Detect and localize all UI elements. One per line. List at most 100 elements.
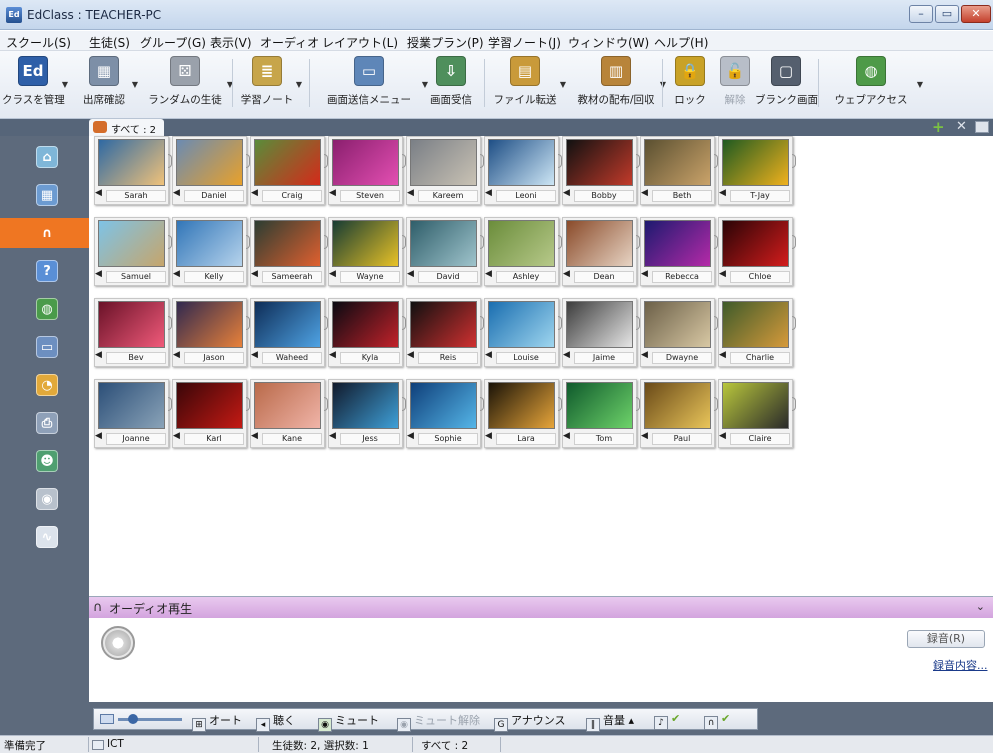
- close-tab-icon[interactable]: ✕: [956, 119, 967, 134]
- student-thumbnail[interactable]: ◀ Reis: [406, 298, 484, 371]
- speaker-small-icon[interactable]: ◀: [173, 188, 180, 198]
- toolbar-button-7[interactable]: ▥教材の配布/回収▼: [570, 54, 666, 114]
- speaker-small-icon[interactable]: ◀: [95, 350, 102, 360]
- toolbar-button-9[interactable]: 🔓 解除: [720, 54, 750, 114]
- student-thumbnail[interactable]: ◀ Louise: [484, 298, 562, 371]
- sidebar-item-pie-chart[interactable]: ◔: [0, 370, 89, 400]
- speaker-small-icon[interactable]: ◀: [407, 188, 414, 198]
- student-thumbnail[interactable]: ◀ Chloe: [718, 217, 796, 290]
- student-thumbnail[interactable]: ◀ Tom: [562, 379, 640, 452]
- student-thumbnail[interactable]: ◀ Sophie: [406, 379, 484, 452]
- speaker-small-icon[interactable]: ◀: [563, 350, 570, 360]
- speaker-small-icon[interactable]: ◀: [407, 269, 414, 279]
- speaker-small-icon[interactable]: ◀: [407, 431, 414, 441]
- speaker-small-icon[interactable]: ◀: [329, 350, 336, 360]
- record-button[interactable]: 録音(R): [907, 630, 985, 648]
- speaker-small-icon[interactable]: ◀: [563, 188, 570, 198]
- student-thumbnail[interactable]: ◀ Beth: [640, 136, 718, 209]
- student-thumbnail[interactable]: ◀ Jess: [328, 379, 406, 452]
- toolbar-button-2[interactable]: ⚄ ランダムの生徒 ▼: [141, 54, 233, 114]
- menu-student[interactable]: 生徒(S): [89, 34, 130, 51]
- sidebar-item-home[interactable]: ⌂: [0, 142, 89, 172]
- student-thumbnail[interactable]: ◀ Kyla: [328, 298, 406, 371]
- student-thumbnail[interactable]: ◀ Dean: [562, 217, 640, 290]
- student-thumbnail[interactable]: ◀ Wayne: [328, 217, 406, 290]
- toolbar-button-1[interactable]: ▦ 出席確認 ▼: [74, 54, 138, 114]
- add-tab-icon[interactable]: +: [932, 118, 945, 136]
- speaker-small-icon[interactable]: ◀: [485, 269, 492, 279]
- sidebar-item-printer[interactable]: ⎙: [0, 408, 89, 438]
- speaker-small-icon[interactable]: ◀: [485, 431, 492, 441]
- menu-lesson-plan[interactable]: 授業プラン(P): [407, 34, 484, 51]
- recordings-link[interactable]: 録音内容...: [933, 657, 988, 673]
- student-thumbnail[interactable]: ◀ Claire: [718, 379, 796, 452]
- speaker-small-icon[interactable]: ◀: [329, 269, 336, 279]
- student-thumbnail[interactable]: ◀ Kane: [250, 379, 328, 452]
- speaker-small-icon[interactable]: ◀: [95, 188, 102, 198]
- toolbar-button-5[interactable]: ⇩ 画面受信: [424, 54, 478, 114]
- student-thumbnail[interactable]: ◀ Bev: [94, 298, 172, 371]
- speaker-small-icon[interactable]: ◀: [251, 431, 258, 441]
- student-thumbnail[interactable]: ◀ Kelly: [172, 217, 250, 290]
- menu-view[interactable]: 表示(V): [210, 34, 252, 51]
- speaker-small-icon[interactable]: ◀: [95, 269, 102, 279]
- speaker-small-icon[interactable]: ◀: [485, 188, 492, 198]
- speaker-small-icon[interactable]: ◀: [251, 269, 258, 279]
- student-thumbnail[interactable]: ◀ Bobby: [562, 136, 640, 209]
- student-thumbnail[interactable]: ◀ Joanne: [94, 379, 172, 452]
- speaker-small-icon[interactable]: ◀: [641, 350, 648, 360]
- student-thumbnail[interactable]: ◀ Sarah: [94, 136, 172, 209]
- speaker-small-icon[interactable]: ◀: [719, 269, 726, 279]
- sidebar-item-globe[interactable]: ◍: [0, 294, 89, 324]
- close-button[interactable]: ✕: [961, 5, 991, 23]
- minimize-button[interactable]: –: [909, 5, 933, 23]
- speaker-small-icon[interactable]: ◀: [173, 269, 180, 279]
- mute-button[interactable]: ◉ ミュート: [318, 712, 379, 732]
- sidebar-item-users[interactable]: ☻: [0, 446, 89, 476]
- slider-thumb[interactable]: [128, 714, 138, 724]
- sidebar-item-disc[interactable]: ◉: [0, 484, 89, 514]
- menu-study-notes[interactable]: 学習ノート(J): [488, 34, 561, 51]
- toolbar-button-6[interactable]: ▤ ファイル転送 ▼: [488, 54, 566, 114]
- dropdown-arrow-icon[interactable]: ▼: [132, 80, 138, 89]
- speaker-small-icon[interactable]: ◀: [485, 350, 492, 360]
- toolbar-button-8[interactable]: 🔒 ロック: [668, 54, 712, 114]
- toolbar-button-10[interactable]: ▢ ブランク画面: [755, 54, 818, 114]
- speaker-small-icon[interactable]: ◀: [407, 350, 414, 360]
- sidebar-item-window[interactable]: ▭: [0, 332, 89, 362]
- toolbar-button-4[interactable]: ▭ 画面送信メニュー ▼: [314, 54, 428, 114]
- student-thumbnail[interactable]: ◀ Kareem: [406, 136, 484, 209]
- student-thumbnail[interactable]: ◀ Ashley: [484, 217, 562, 290]
- student-thumbnail[interactable]: ◀ Daniel: [172, 136, 250, 209]
- speaker-small-icon[interactable]: ◀: [329, 188, 336, 198]
- student-thumbnail[interactable]: ◀ Samuel: [94, 217, 172, 290]
- student-thumbnail[interactable]: ◀ Jason: [172, 298, 250, 371]
- student-thumbnail[interactable]: ◀ Sameerah: [250, 217, 328, 290]
- speaker-small-icon[interactable]: ◀: [329, 431, 336, 441]
- menu-school[interactable]: スクール(S): [6, 34, 71, 51]
- speaker-small-icon[interactable]: ◀: [719, 431, 726, 441]
- unmute-button[interactable]: ◉ ミュート解除: [397, 712, 480, 732]
- speaker-small-icon[interactable]: ◀: [641, 188, 648, 198]
- listen-button[interactable]: ◂ 聴く: [256, 712, 295, 732]
- tab-all-students[interactable]: すべて : 2: [89, 119, 164, 136]
- student-thumbnail[interactable]: ◀ T-Jay: [718, 136, 796, 209]
- sidebar-item-help[interactable]: ?: [0, 256, 89, 286]
- maximize-button[interactable]: ▭: [935, 5, 959, 23]
- menu-group[interactable]: グループ(G): [140, 34, 206, 51]
- student-thumbnail[interactable]: ◀ Jaime: [562, 298, 640, 371]
- student-thumbnail[interactable]: ◀ Dwayne: [640, 298, 718, 371]
- student-thumbnail[interactable]: ◀ Waheed: [250, 298, 328, 371]
- student-thumbnail[interactable]: ◀ Leoni: [484, 136, 562, 209]
- speaker-small-icon[interactable]: ◀: [563, 431, 570, 441]
- student-thumbnail[interactable]: ◀ Charlie: [718, 298, 796, 371]
- mic-check-button[interactable]: ♪ ✔: [654, 712, 680, 730]
- student-thumbnail[interactable]: ◀ Lara: [484, 379, 562, 452]
- speaker-small-icon[interactable]: ◀: [641, 431, 648, 441]
- collapse-icon[interactable]: ⌄: [976, 600, 985, 613]
- announce-button[interactable]: G アナウンス: [494, 712, 566, 732]
- student-thumbnail[interactable]: ◀ Craig: [250, 136, 328, 209]
- volume-button[interactable]: ‖ 音量 ▴: [586, 712, 634, 732]
- toolbar-button-0[interactable]: Ed クラスを管理 ▼: [2, 54, 68, 114]
- student-thumbnail[interactable]: ◀ Paul: [640, 379, 718, 452]
